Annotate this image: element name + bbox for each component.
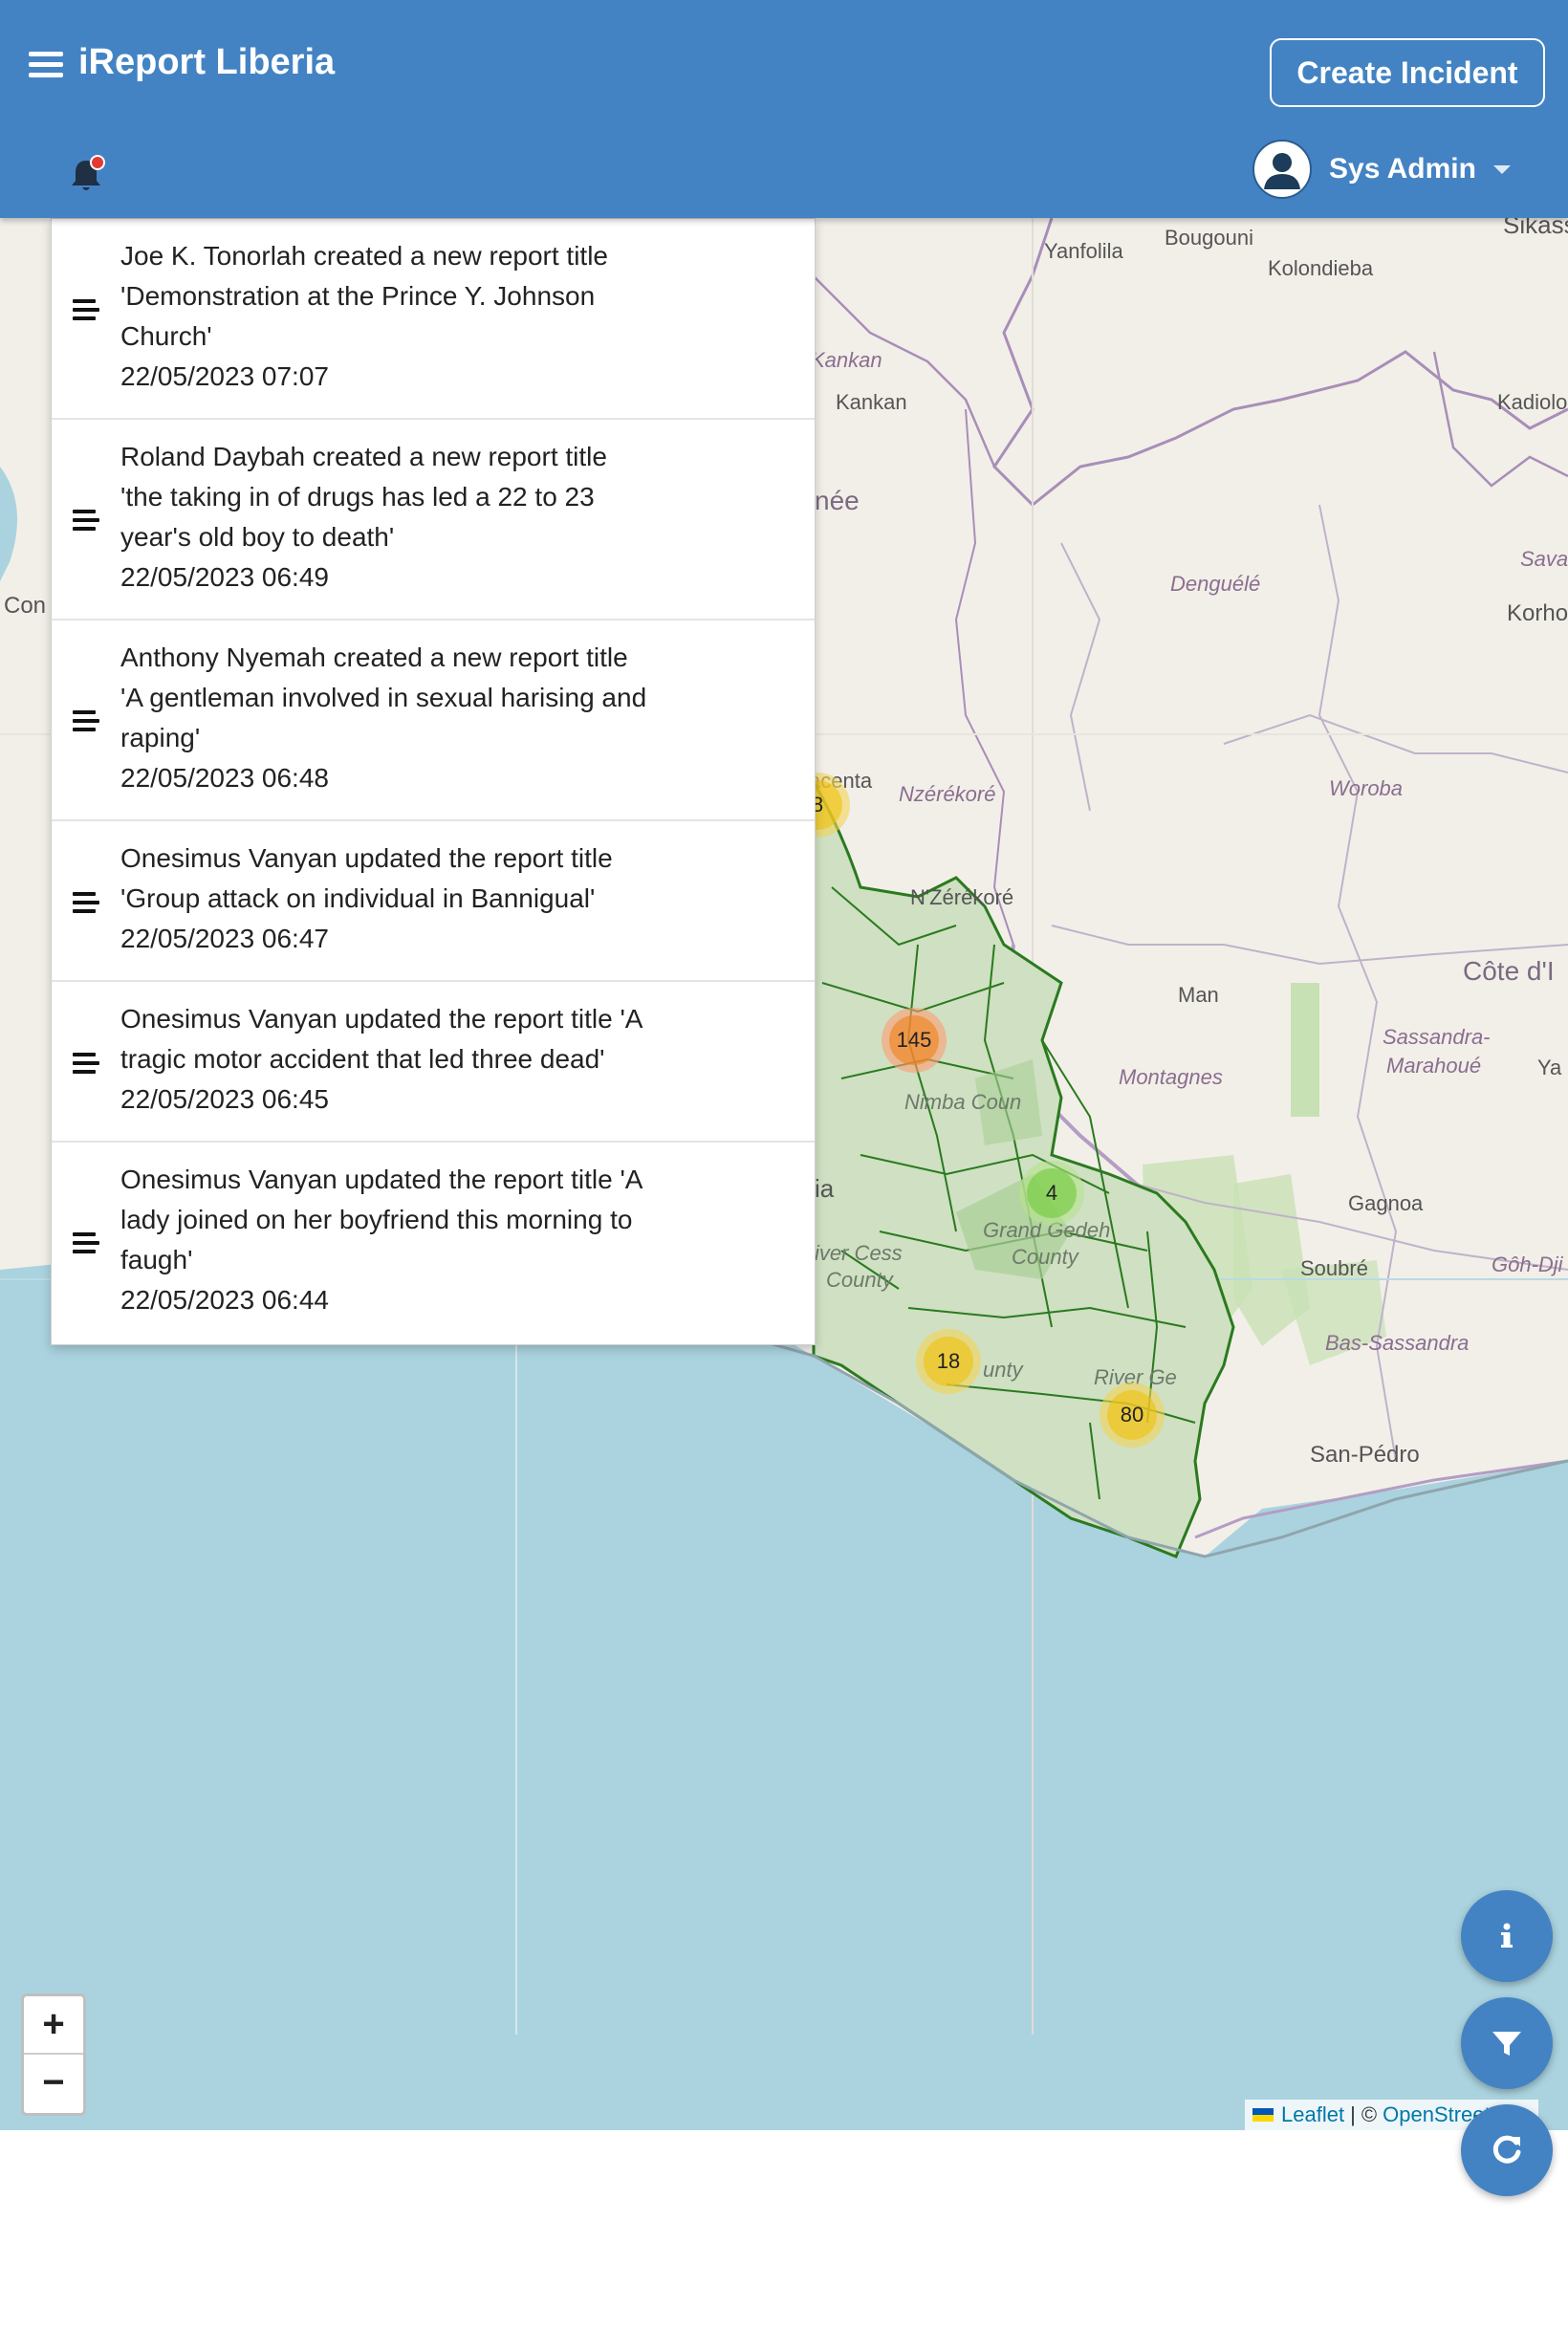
refresh-icon [1492, 2135, 1521, 2164]
map-label-guinee: née [815, 486, 860, 515]
notification-time: 22/05/2023 06:47 [120, 924, 329, 953]
info-button[interactable] [1461, 1890, 1553, 1982]
notifications-dropdown: Joe K. Tonorlah created a new report tit… [51, 218, 816, 1345]
map-label-denguele: Denguélé [1170, 572, 1261, 596]
attribution-separator: | © [1350, 2102, 1378, 2126]
top-navbar: iReport Liberia Create Incident Sys Admi… [0, 0, 1568, 218]
filter-icon [1492, 2032, 1521, 2056]
notification-text: Onesimus Vanyan updated the report title… [120, 1004, 642, 1074]
user-menu[interactable]: Sys Admin [1252, 138, 1511, 201]
notification-text: Roland Daybah created a new report title… [120, 442, 607, 552]
hamburger-menu-icon[interactable] [29, 50, 63, 80]
notification-text: Joe K. Tonorlah created a new report tit… [120, 241, 609, 351]
map-label-kolondieba: Kolondieba [1268, 256, 1374, 280]
notification-item[interactable]: Onesimus Vanyan updated the report title… [52, 1143, 815, 1343]
map-cluster-marker[interactable]: 18 [916, 1329, 981, 1394]
map-label-marahoue: Marahoué [1386, 1054, 1482, 1078]
map-label-sassandra: Sassandra- [1383, 1025, 1491, 1049]
cluster-count: 80 [1107, 1390, 1157, 1440]
notification-time: 22/05/2023 06:49 [120, 562, 329, 592]
ukraine-flag-icon [1252, 2108, 1274, 2122]
notification-text: Onesimus Vanyan updated the report title… [120, 1165, 642, 1274]
map-cluster-marker[interactable]: 80 [1100, 1383, 1165, 1448]
map-label-sikasso: Sikass [1503, 218, 1568, 239]
map-label-cote-divoire: Côte d'I [1463, 956, 1555, 986]
list-lines-icon [73, 892, 99, 915]
notification-text: Onesimus Vanyan updated the report title… [120, 843, 613, 913]
notification-time: 22/05/2023 06:45 [120, 1084, 329, 1114]
notification-time: 22/05/2023 06:44 [120, 1285, 329, 1315]
map-label-korhogo: Korho [1507, 600, 1568, 626]
app-brand[interactable]: iReport Liberia [78, 42, 335, 83]
cluster-count: 18 [924, 1337, 973, 1386]
notification-item[interactable]: Roland Daybah created a new report title… [52, 420, 815, 621]
map-label-bougouni: Bougouni [1165, 226, 1253, 250]
info-icon [1501, 1923, 1513, 1948]
notification-item[interactable]: Anthony Nyemah created a new report titl… [52, 621, 815, 821]
chevron-down-icon [1492, 164, 1511, 174]
map-label-nzerekore-region: Nzérékoré [899, 782, 996, 806]
notification-text: Anthony Nyemah created a new report titl… [120, 642, 647, 752]
map-label-grand-gedeh-county: County [1012, 1245, 1078, 1269]
map-label-kankan: Kankan [836, 390, 907, 414]
map-label-con: Con [4, 593, 47, 619]
map-label-goh-djiboua: Gôh-Dji [1492, 1252, 1563, 1276]
list-lines-icon [73, 1053, 99, 1076]
map-label-ya: Ya [1537, 1056, 1562, 1079]
filter-button[interactable] [1461, 1997, 1553, 2089]
zoom-in-button[interactable]: + [24, 1996, 83, 2053]
map-label-san-pedro: San-Pédro [1310, 1442, 1420, 1468]
user-name: Sys Admin [1329, 153, 1476, 185]
map-label-soubre: Soubré [1300, 1256, 1368, 1280]
list-lines-icon [73, 299, 99, 322]
notification-time: 22/05/2023 07:07 [120, 361, 329, 391]
leaflet-link[interactable]: Leaflet [1281, 2102, 1344, 2127]
map-label-woroba: Woroba [1329, 776, 1404, 800]
map-label-man: Man [1178, 983, 1219, 1007]
list-lines-icon [73, 1232, 99, 1255]
map-label-county-south: unty [983, 1358, 1023, 1382]
map-label-kankan-region: Kankan [811, 348, 882, 372]
map-label-sava: Sava [1520, 547, 1568, 571]
map-label-nzerekore: N'Zérékoré [910, 885, 1014, 909]
map-label-montagnes: Montagnes [1119, 1065, 1223, 1089]
map-label-ia: ia [815, 1174, 835, 1203]
map-cluster-marker[interactable]: 4 [1019, 1161, 1084, 1226]
notification-item[interactable]: Joe K. Tonorlah created a new report tit… [52, 219, 815, 420]
map-label-river-cess: iver Cess [815, 1241, 903, 1265]
cluster-count: 145 [889, 1015, 939, 1065]
map-label-kadiolo: Kadiolo [1497, 390, 1568, 414]
bell-icon[interactable] [67, 155, 109, 197]
notification-time: 22/05/2023 06:48 [120, 763, 329, 793]
create-incident-button[interactable]: Create Incident [1270, 38, 1545, 107]
user-avatar-icon [1252, 140, 1312, 199]
cluster-count: 4 [1027, 1168, 1077, 1218]
zoom-control: + − [21, 1993, 86, 2116]
map-label-bas-sassandra: Bas-Sassandra [1325, 1331, 1470, 1355]
list-lines-icon [73, 510, 99, 533]
list-lines-icon [73, 710, 99, 733]
map-label-nimba: Nimba Coun [904, 1090, 1022, 1114]
zoom-out-button[interactable]: − [24, 2055, 83, 2111]
notification-item[interactable]: Onesimus Vanyan updated the report title… [52, 821, 815, 982]
notification-item[interactable]: Onesimus Vanyan updated the report title… [52, 982, 815, 1143]
map-cluster-marker[interactable]: 145 [882, 1008, 947, 1073]
refresh-button[interactable] [1461, 2104, 1553, 2196]
map-label-yanfolila: Yanfolila [1044, 239, 1123, 263]
map-label-gagnoa: Gagnoa [1348, 1191, 1424, 1215]
map-label-river-cess-county: County [826, 1268, 893, 1292]
